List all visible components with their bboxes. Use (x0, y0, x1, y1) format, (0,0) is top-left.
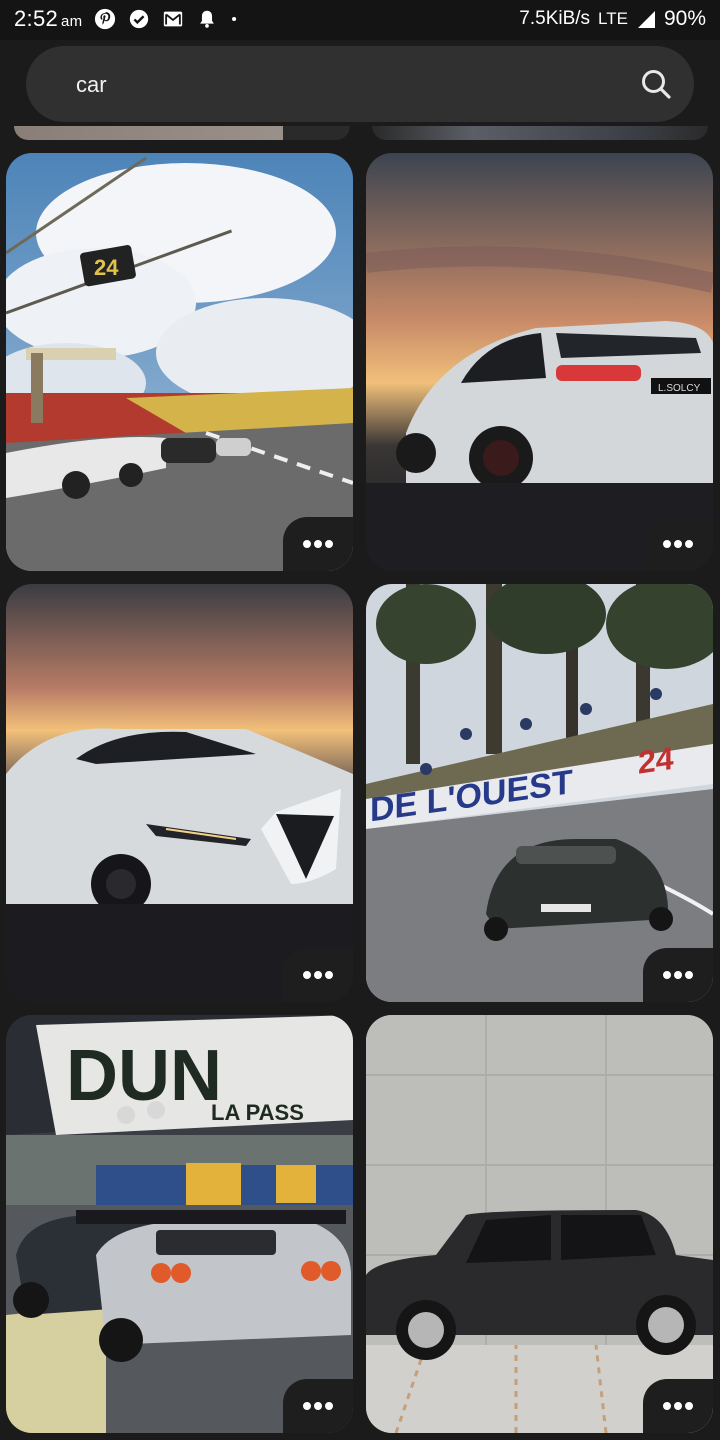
gmail-icon (163, 11, 183, 27)
search-bar[interactable] (26, 46, 694, 122)
status-bar: 2:52 am 7.5KiB/s LTE 90% (0, 0, 720, 40)
more-options-button[interactable] (643, 1379, 713, 1433)
more-horizontal-icon (663, 971, 693, 979)
status-time: 2:52 am (14, 6, 82, 32)
pin-image: 24 (6, 153, 353, 571)
banner-number: 24 (638, 740, 674, 781)
sponsor-subtext: LA PASS (211, 1100, 304, 1125)
search-icon[interactable] (640, 68, 672, 100)
more-options-button[interactable] (643, 517, 713, 571)
track-sign-text: 24 (94, 255, 119, 280)
more-options-button[interactable] (283, 1379, 353, 1433)
pin-card[interactable] (366, 1015, 713, 1433)
battery-percent: 90% (663, 7, 706, 30)
more-options-button[interactable] (283, 517, 353, 571)
net-speed: 7.5KiB/s (519, 8, 591, 29)
more-horizontal-icon (303, 540, 333, 548)
status-right: 7.5KiB/s LTE 90% (519, 7, 706, 31)
more-horizontal-icon (303, 1402, 333, 1410)
previous-pin-peek-left[interactable] (14, 126, 350, 140)
more-options-button[interactable] (283, 948, 353, 1002)
plate-text: L.SOLCY (658, 383, 701, 394)
more-horizontal-icon (303, 971, 333, 979)
pin-image (366, 1015, 713, 1433)
pin-card[interactable]: DE L'OUEST 24 (366, 584, 713, 1002)
pin-image: DE L'OUEST 24 (366, 584, 713, 1002)
clock-ampm: am (61, 13, 83, 30)
pin-card[interactable]: L.SOLCY (366, 153, 713, 571)
pin-card[interactable]: DUN LA PASS (6, 1015, 353, 1433)
check-circle-icon (129, 9, 149, 29)
sponsor-text: DUN (66, 1036, 222, 1116)
bell-icon (200, 10, 214, 28)
dot-icon (232, 16, 237, 22)
notification-icons (94, 8, 244, 30)
pin-image: L.SOLCY (366, 153, 713, 571)
pin-card[interactable] (6, 584, 353, 1002)
signal-icon (637, 11, 655, 28)
more-options-button[interactable] (643, 948, 713, 1002)
pin-image (6, 584, 353, 1002)
more-horizontal-icon (663, 1402, 693, 1410)
pinterest-icon (94, 8, 116, 30)
network-type: LTE (598, 9, 628, 28)
previous-pin-peek-right[interactable] (372, 126, 708, 140)
clock: 2:52 (14, 6, 59, 31)
search-input[interactable] (74, 64, 598, 106)
pin-image: DUN LA PASS (6, 1015, 353, 1433)
pin-card[interactable]: 24 (6, 153, 353, 571)
more-horizontal-icon (663, 540, 693, 548)
